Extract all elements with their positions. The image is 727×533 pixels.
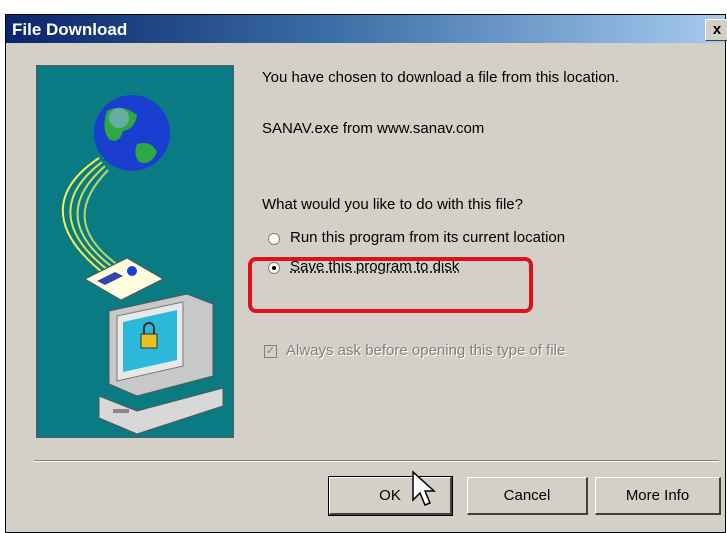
close-icon: x [712,21,722,38]
download-illustration [36,65,234,438]
more-info-button-label: More Info [625,487,690,504]
ok-button-label: OK [379,487,401,504]
cancel-button[interactable]: Cancel [467,477,588,515]
always-ask-checkbox[interactable]: ✓ [264,345,277,358]
button-separator [34,460,719,462]
location-message: You have chosen to download a file from … [262,69,620,86]
run-program-label[interactable]: Run this program from its current locati… [290,229,565,246]
cancel-button-label: Cancel [503,487,551,504]
file-download-dialog: File Download x You have chosen to downl… [5,14,727,533]
question-text: What would you like to do with this file… [262,196,523,213]
file-source: SANAV.exe from www.sanav.com [262,120,485,137]
more-info-button[interactable]: More Info [595,477,721,515]
run-program-radio[interactable] [268,233,280,245]
dialog-title: File Download [12,20,128,39]
save-option-highlight [248,257,533,313]
close-button[interactable]: x [705,19,727,41]
download-illustration-icon [61,95,224,435]
mouse-pointer-icon [412,470,436,506]
title-bar[interactable]: File Download x [6,15,727,43]
always-ask-label: Always ask before opening this type of f… [286,342,566,359]
